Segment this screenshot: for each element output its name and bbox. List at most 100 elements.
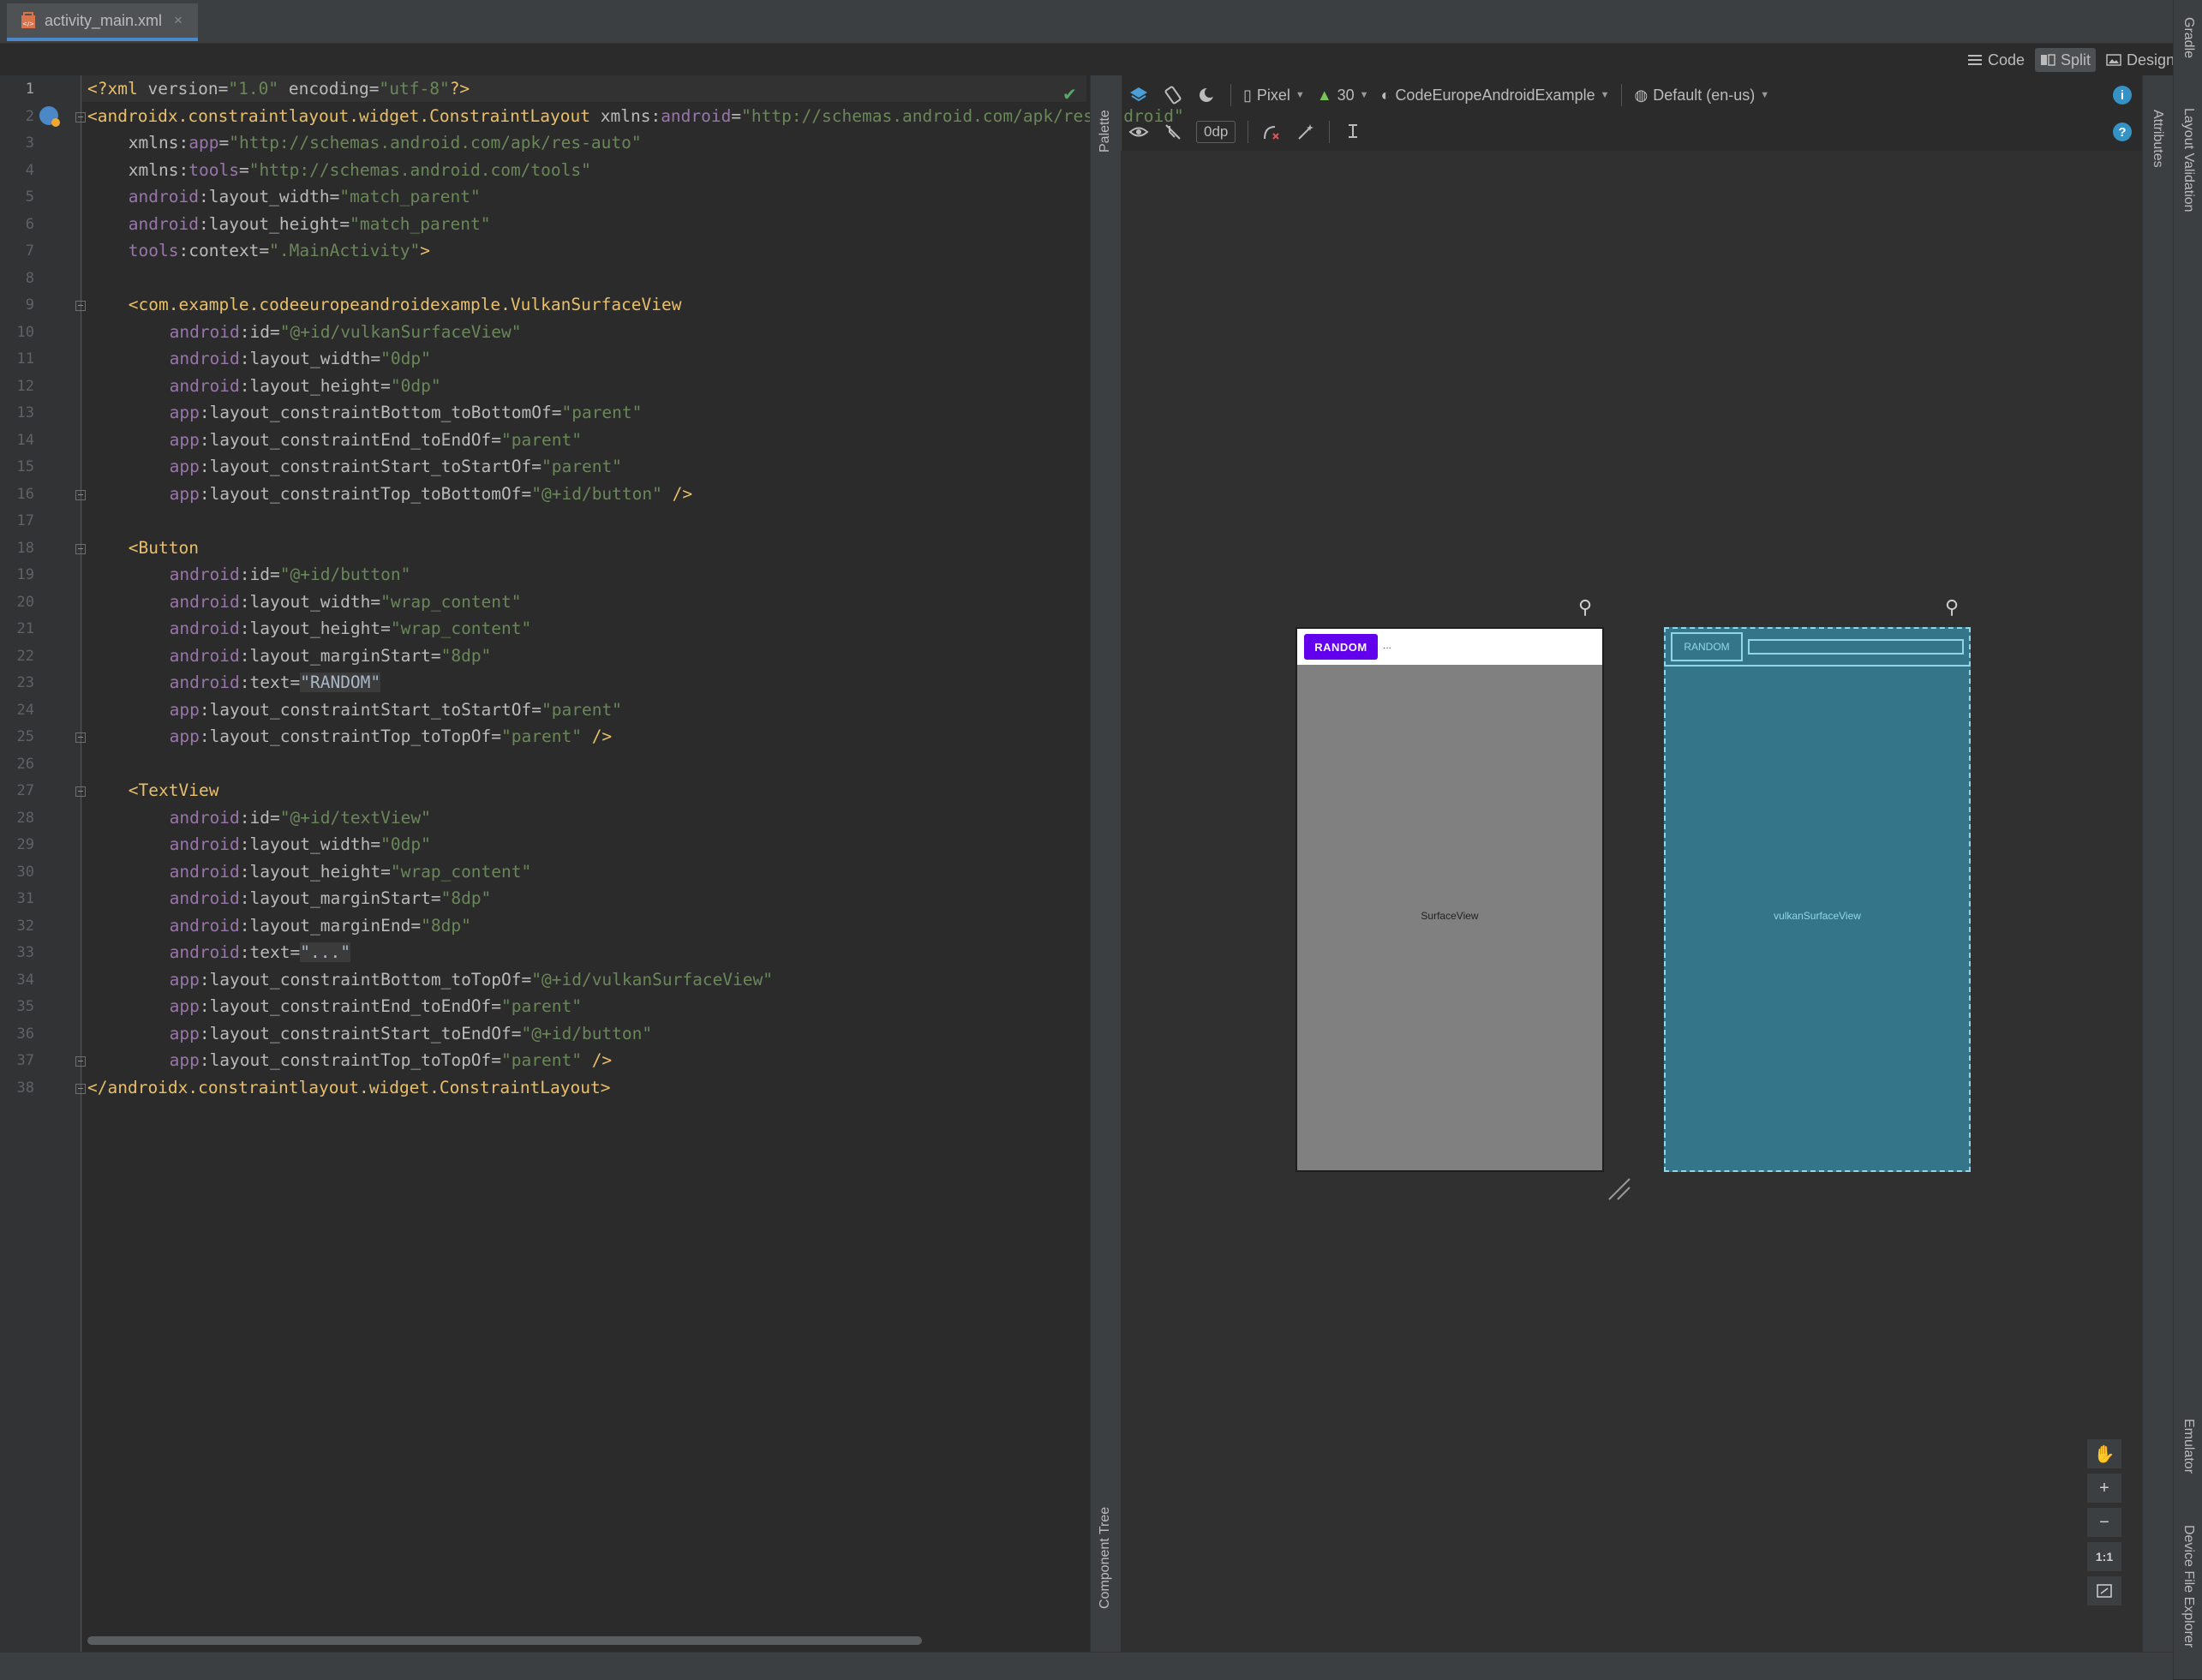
editor-horizontal-scrollbar[interactable] [87, 1636, 922, 1645]
code-line[interactable]: 10 android:id="@+id/vulkanSurfaceView" [0, 319, 1086, 346]
code-line[interactable]: 29 android:layout_width="0dp" [0, 831, 1086, 858]
device-selector[interactable]: ▯ Pixel ▼ [1243, 87, 1305, 105]
code-line[interactable]: 7 tools:context=".MainActivity"> [0, 237, 1086, 265]
night-mode-icon[interactable] [1196, 84, 1218, 106]
design-preview-screen[interactable]: RANDOM ... SurfaceView [1295, 627, 1604, 1172]
code-line[interactable]: 3 xmlns:app="http://schemas.android.com/a… [0, 129, 1086, 157]
code-line[interactable]: 17 [0, 507, 1086, 535]
fold-marker-icon[interactable] [75, 786, 86, 797]
code-line[interactable]: 8 [0, 265, 1086, 292]
orientation-icon[interactable] [1162, 84, 1184, 106]
fold-marker-icon[interactable] [75, 301, 86, 311]
autoconnect-off-icon[interactable] [1162, 121, 1184, 143]
code-line[interactable]: 11 android:layout_width="0dp" [0, 345, 1086, 373]
attributes-tool-button[interactable]: Attributes [2150, 110, 2165, 168]
code-line[interactable]: 33 android:text="..." [0, 939, 1086, 966]
zoom-to-fit-icon[interactable] [2087, 1576, 2121, 1605]
emulator-tool-button[interactable]: Emulator [2181, 1419, 2196, 1474]
fold-marker-icon[interactable] [75, 1056, 86, 1067]
code-line[interactable]: 1 <?xml version="1.0" encoding="utf-8"?> [0, 75, 1086, 103]
no-problems-check-icon[interactable]: ✔ [1062, 84, 1077, 105]
gradle-tool-button[interactable]: Gradle [2181, 17, 2196, 58]
pin-icon[interactable]: ⚲ [1578, 596, 1592, 619]
blueprint-random-button[interactable]: RANDOM [1671, 632, 1743, 661]
preview-random-button[interactable]: RANDOM [1304, 634, 1378, 660]
api-level-selector[interactable]: ▲ 30 ▼ [1317, 87, 1369, 105]
pan-hand-icon[interactable]: ✋ [2087, 1439, 2121, 1468]
file-tab-activity-main[interactable]: </> activity_main.xml × [7, 3, 198, 41]
component-tree-tool-button[interactable]: Component Tree [1098, 1507, 1113, 1609]
code-line[interactable]: 6 android:layout_height="match_parent" [0, 211, 1086, 238]
align-icon[interactable] [1342, 121, 1364, 143]
theme-selector[interactable]: ◐ CodeEuropeAndroidExample ▼ [1381, 87, 1610, 105]
clear-constraints-icon[interactable] [1260, 121, 1283, 143]
code-line[interactable]: 35 app:layout_constraintEnd_toEndOf="pare… [0, 993, 1086, 1020]
fold-marker-icon[interactable] [75, 543, 86, 554]
code-line[interactable]: 19 android:id="@+id/button" [0, 561, 1086, 589]
info-icon[interactable]: i [2113, 86, 2132, 105]
fold-marker-icon[interactable] [75, 1083, 86, 1094]
blueprint-screen[interactable]: RANDOM vulkanSurfaceView [1664, 627, 1971, 1172]
code-token: "8dp" [440, 888, 492, 908]
resize-handle-icon[interactable] [1606, 1175, 1633, 1203]
code-line[interactable]: 12 android:layout_height="0dp" [0, 373, 1086, 400]
code-line[interactable]: 9 <com.example.codeeuropeandroidexample.V… [0, 291, 1086, 319]
code-line[interactable]: 16 app:layout_constraintTop_toBottomOf="@… [0, 481, 1086, 508]
eye-icon[interactable] [1128, 121, 1150, 143]
code-line[interactable]: 28 android:id="@+id/textView" [0, 804, 1086, 832]
code-line[interactable]: 23 android:text="RANDOM" [0, 669, 1086, 697]
infer-constraints-icon[interactable] [1295, 121, 1317, 143]
code-line[interactable]: 32 android:layout_marginEnd="8dp" [0, 912, 1086, 940]
close-tab-icon[interactable]: × [174, 12, 183, 29]
blueprint-text-view[interactable] [1748, 639, 1964, 655]
code-line[interactable]: 27 <TextView [0, 777, 1086, 804]
split-mode-button[interactable]: Split [2035, 48, 2097, 72]
default-margin-field[interactable]: 0dp [1196, 121, 1236, 143]
code-line[interactable]: 22 android:layout_marginStart="8dp" [0, 643, 1086, 670]
code-line[interactable]: 4 xmlns:tools="http://schemas.android.com… [0, 157, 1086, 184]
design-toolbar-secondary: 0dp ? [1121, 115, 2142, 149]
code-line[interactable]: 20 android:layout_width="wrap_content" [0, 589, 1086, 616]
code-line[interactable]: 14 app:layout_constraintEnd_toEndOf="pare… [0, 427, 1086, 454]
code-token: android [169, 591, 240, 612]
zoom-out-button[interactable]: − [2087, 1508, 2121, 1537]
device-file-explorer-tool-button[interactable]: Device File Explorer [2181, 1525, 2196, 1647]
code-line[interactable]: 30 android:layout_height="wrap_content" [0, 858, 1086, 886]
code-line[interactable]: 24 app:layout_constraintStart_toStartOf="… [0, 697, 1086, 724]
palette-tool-button[interactable]: Palette [1098, 110, 1113, 152]
code-mode-button[interactable]: Code [1962, 48, 2030, 72]
code-line[interactable]: 38 </androidx.constraintlayout.widget.Con… [0, 1074, 1086, 1102]
code-line[interactable]: 15 app:layout_constraintStart_toStartOf="… [0, 453, 1086, 481]
fold-marker-icon[interactable] [75, 111, 86, 123]
fold-marker-icon[interactable] [75, 489, 86, 500]
code-editor[interactable]: 1 <?xml version="1.0" encoding="utf-8"?> 2… [0, 75, 1184, 1652]
code-line[interactable]: 13 app:layout_constraintBottom_toBottomOf… [0, 399, 1086, 427]
layout-validation-tool-button[interactable]: Layout Validation [2181, 108, 2196, 212]
design-mode-button[interactable]: Design [2101, 48, 2180, 72]
code-line[interactable]: 26 [0, 750, 1086, 778]
fold-marker-icon[interactable] [75, 732, 86, 743]
line-number: 17 [16, 512, 34, 529]
code-line[interactable]: 37 app:layout_constraintTop_toTopOf="pare… [0, 1047, 1086, 1074]
code-line[interactable]: 18 <Button [0, 535, 1086, 562]
code-line[interactable]: 25 app:layout_constraintTop_toTopOf="pare… [0, 723, 1086, 750]
preview-text-view[interactable]: ... [1383, 639, 1391, 651]
code-line[interactable]: 34 app:layout_constraintBottom_toTopOf="@… [0, 966, 1086, 994]
code-line[interactable]: 36 app:layout_constraintStart_toEndOf="@+… [0, 1020, 1086, 1048]
code-line[interactable]: 21 android:layout_height="wrap_content" [0, 615, 1086, 643]
code-text: <TextView [129, 780, 219, 800]
code-text: android:layout_width="match_parent" [129, 187, 481, 206]
code-line[interactable]: 5 android:layout_width="match_parent" [0, 183, 1086, 211]
code-token: encoding= [278, 79, 380, 99]
line-number: 18 [16, 539, 34, 557]
actual-size-button[interactable]: 1:1 [2087, 1542, 2121, 1571]
code-line[interactable]: 2 <androidx.constraintlayout.widget.Const… [0, 103, 1184, 130]
help-icon[interactable]: ? [2113, 123, 2132, 141]
android-activity-gutter-icon[interactable] [39, 106, 60, 127]
code-line[interactable]: 31 android:layout_marginStart="8dp" [0, 885, 1086, 912]
locale-selector[interactable]: ◍ Default (en-us) ▼ [1634, 87, 1769, 105]
zoom-in-button[interactable]: + [2087, 1474, 2121, 1503]
layers-icon[interactable] [1128, 84, 1150, 106]
design-canvas[interactable] [1121, 151, 2142, 1652]
pin-icon[interactable]: ⚲ [1945, 596, 1959, 619]
